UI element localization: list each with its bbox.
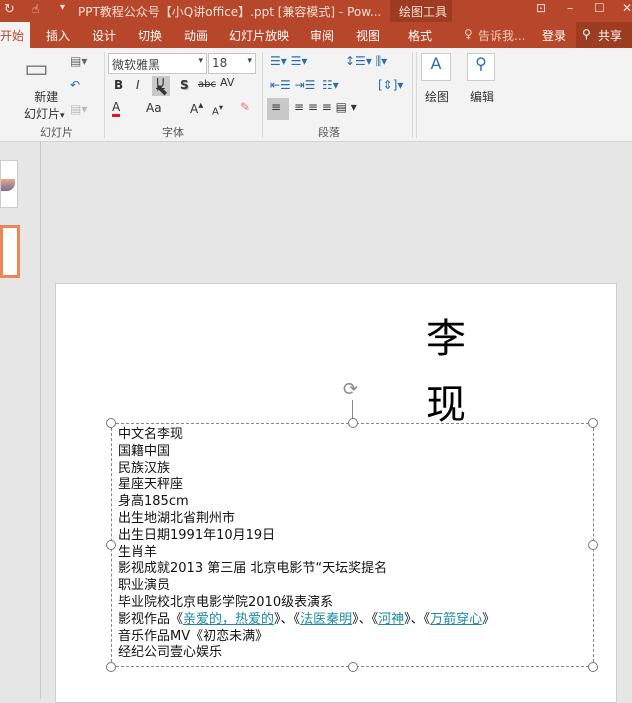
slide-title[interactable]: 李 现 (426, 306, 486, 438)
resize-handle[interactable] (106, 662, 116, 672)
lightbulb-icon: ♀ (464, 27, 473, 41)
find-icon[interactable]: ⚲ (467, 53, 495, 81)
resize-handle[interactable] (588, 418, 598, 428)
ribbon: ▭ 新建 幻灯片▾ ▤▾ ↶ ▤▾ 幻灯片 微软雅黑 ▾ 18 ▾ B I U S a… (0, 48, 632, 142)
italic-button[interactable]: I (136, 78, 140, 92)
slide-thumbnail-2-selected[interactable] (0, 225, 20, 278)
tab-insert[interactable]: 插入 (46, 27, 70, 44)
tab-home[interactable]: 开始 (0, 27, 24, 44)
section-icon[interactable]: ▤▾ (70, 102, 87, 116)
tab-design[interactable]: 设计 (92, 27, 116, 44)
text-line: 经纪公司壹心娱乐 (118, 645, 223, 661)
tab-format[interactable]: 格式 (408, 27, 432, 44)
text-line: 影视成就2013 第三届 北京电影节“天坛奖提名 (118, 561, 388, 577)
window-title: PPT教程公众号【小Q讲office】.ppt [兼容模式] - Pow... (78, 5, 382, 19)
text-line: 民族汉族 (118, 460, 171, 476)
ribbon-tabs: 开始 插入 设计 切换 动画 幻灯片放映 审阅 视图 格式 ♀ 告诉我... 登… (0, 22, 632, 48)
line-spacing-icon[interactable]: ↕☰▾ ⫼▾ (345, 54, 387, 69)
change-case-button[interactable]: Aa (146, 101, 162, 115)
editing-button[interactable]: 编辑 (470, 88, 494, 105)
work-link[interactable]: 亲爱的，热爱的 (183, 612, 274, 627)
resize-handle[interactable] (588, 540, 598, 550)
text-line: 国籍中国 (118, 443, 171, 459)
text-line: 音乐作品MV《初恋未满》 (118, 628, 269, 644)
clear-format-icon[interactable]: ✎ (240, 100, 250, 114)
reset-icon[interactable]: ↶ (70, 78, 80, 92)
tab-slideshow[interactable]: 幻灯片放映 (229, 27, 289, 44)
layout-icon[interactable]: ▤▾ (70, 54, 87, 68)
resize-handle[interactable] (106, 418, 116, 428)
text-line: 出生地湖北省荆州市 (118, 510, 236, 526)
title-bar: ↻ ☝ ▾ PPT教程公众号【小Q讲office】.ppt [兼容模式] - P… (0, 0, 632, 48)
maximize-icon[interactable]: ☐ (594, 1, 605, 15)
person-icon: ⚲ (582, 27, 591, 41)
undo-icon[interactable]: ↻ (4, 2, 15, 17)
text-line: 身高185cm (118, 494, 189, 510)
close-icon[interactable]: ✕ (622, 1, 632, 15)
font-name-select[interactable]: 微软雅黑 ▾ (108, 53, 207, 74)
shadow-button[interactable]: S (180, 78, 189, 92)
bullets-icon[interactable]: ☰▾ ☰▾ (270, 54, 307, 68)
customize-qat-icon[interactable]: ▾ (60, 2, 65, 13)
grow-font-icon[interactable]: A▴ (190, 100, 203, 116)
work-link[interactable]: 法医秦明 (300, 612, 352, 627)
text-line: 星座天秤座 (118, 477, 184, 493)
tab-review[interactable]: 审阅 (310, 27, 334, 44)
group-slides: 幻灯片 (40, 126, 73, 139)
bold-button[interactable]: B (114, 78, 123, 92)
touch-mode-icon[interactable]: ☝ (32, 2, 39, 16)
tell-me-input[interactable]: 告诉我... (478, 27, 525, 44)
text-line: 中文名李现 (118, 427, 184, 442)
text-line: 出生日期1991年10月19日 (118, 527, 276, 543)
rotate-handle-icon[interactable]: ⟳ (343, 379, 358, 400)
tab-view[interactable]: 视图 (356, 27, 380, 44)
tab-animations[interactable]: 动画 (184, 27, 208, 44)
minimize-icon[interactable]: – (567, 1, 573, 15)
char-spacing-button[interactable]: AV (220, 76, 234, 89)
resize-handle[interactable] (348, 662, 358, 672)
font-color-button[interactable]: A (112, 100, 121, 117)
sign-in-link[interactable]: 登录 (542, 27, 566, 44)
text-line: 生肖羊 (118, 544, 158, 560)
columns-icon[interactable]: ☷▾ (322, 78, 339, 92)
share-button[interactable]: ⚲ 共享 (576, 22, 632, 48)
tab-transitions[interactable]: 切换 (138, 27, 162, 44)
text-align-vertical-icon[interactable]: [⇕]▾ (378, 78, 403, 92)
font-size-select[interactable]: 18 ▾ (208, 53, 256, 74)
shapes-icon[interactable]: A (421, 53, 451, 81)
mouse-cursor-icon: ⬉ (155, 80, 169, 99)
ribbon-display-icon[interactable]: ⊡ (536, 1, 546, 15)
resize-handle[interactable] (588, 662, 598, 672)
group-font: 字体 (162, 126, 184, 139)
resize-handle[interactable] (106, 540, 116, 550)
align-left-button[interactable]: ≡ (267, 98, 289, 120)
drawing-button[interactable]: 绘图 (425, 88, 449, 105)
resize-handle[interactable] (348, 418, 358, 428)
drawing-tools-label: 绘图工具 (399, 5, 448, 19)
works-line: 影视作品《亲爱的，热爱的》、《法医秦明》、《河神》、《万箭穿心》 (118, 611, 496, 627)
slide-thumbnail-1[interactable] (0, 160, 18, 208)
indent-icon[interactable]: ⇤☰ ⇥☰ (270, 78, 315, 92)
group-paragraph: 段落 (318, 126, 340, 139)
text-line: 职业演员 (118, 578, 171, 594)
text-box[interactable]: 中文名李现 国籍中国 民族汉族 星座天秤座 身高185cm 出生地湖北省荆州市 … (106, 418, 598, 672)
strikethrough-button[interactable]: abc (198, 79, 216, 90)
new-slide-icon[interactable]: ▭ (24, 54, 49, 84)
work-link[interactable]: 万箭穿心 (430, 612, 482, 627)
text-line: 毕业院校北京电影学院2010级表演系 (118, 594, 334, 610)
new-slide-button[interactable]: 新建 幻灯片▾ (24, 88, 65, 122)
shrink-font-icon[interactable]: A▾ (212, 102, 223, 117)
work-link[interactable]: 河神 (378, 612, 404, 627)
align-center-icon[interactable]: ≡ ≡ ≡ ▤ ▾ (294, 100, 357, 114)
